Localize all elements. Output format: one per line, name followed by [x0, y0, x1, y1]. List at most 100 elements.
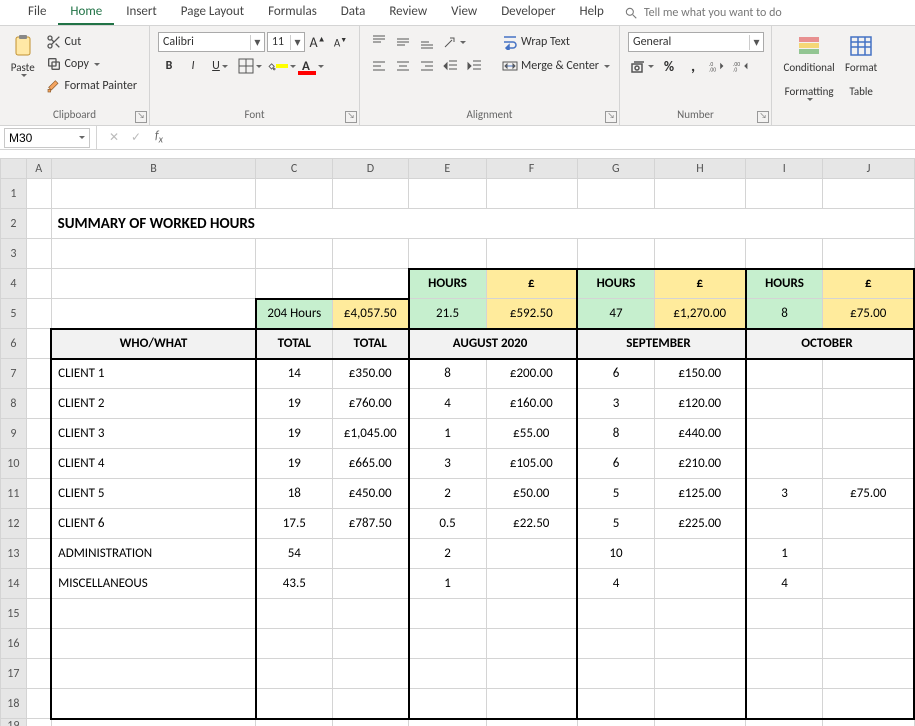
copy-button[interactable]: Copy [42, 54, 142, 74]
formula-input[interactable] [169, 131, 915, 145]
number-format-combo[interactable]: General▾ [628, 32, 764, 52]
align-right-button[interactable] [416, 56, 438, 76]
sheet-title: SUMMARY OF WORKED HOURS [52, 209, 914, 238]
col-header-B[interactable]: B [51, 159, 256, 179]
format-painter-button[interactable]: Format Painter [42, 76, 142, 96]
formula-bar: ✕ ✓ fx [0, 126, 915, 150]
tell-me-search[interactable]: Tell me what you want to do [624, 6, 782, 20]
borders-button[interactable] [236, 56, 264, 76]
col-header-A[interactable]: A [26, 159, 51, 179]
underline-button[interactable]: U [206, 56, 234, 76]
row-header-15[interactable]: 15 [1, 599, 27, 629]
tab-file[interactable]: File [16, 0, 58, 25]
bold-button[interactable]: B [158, 56, 180, 76]
group-label-font: Font [158, 108, 351, 123]
row-header-7[interactable]: 7 [1, 359, 27, 389]
decrease-indent-button[interactable] [440, 56, 462, 76]
tab-help[interactable]: Help [567, 0, 615, 25]
insert-function-button[interactable]: fx [147, 129, 169, 145]
tab-page-layout[interactable]: Page Layout [169, 0, 256, 25]
row-header-16[interactable]: 16 [1, 629, 27, 659]
increase-font-button[interactable]: A▲ [307, 32, 328, 52]
tab-formulas[interactable]: Formulas [256, 0, 329, 25]
row-header-4[interactable]: 4 [1, 269, 27, 299]
percent-button[interactable]: % [658, 56, 680, 76]
tab-home[interactable]: Home [58, 0, 114, 25]
align-bottom-button[interactable] [416, 32, 438, 52]
row-header-3[interactable]: 3 [1, 239, 27, 269]
worksheet-grid[interactable]: A B C D E F G H I J 12 SUMMARY OF WORKED … [0, 158, 915, 726]
group-number: General▾ % , .0.00 .00.0 Number ↘ [620, 26, 772, 125]
col-header-E[interactable]: E [409, 159, 486, 179]
format-as-table-button[interactable]: FormatTable [840, 30, 882, 98]
col-header-J[interactable]: J [823, 159, 914, 179]
align-center-button[interactable] [392, 56, 414, 76]
clipboard-dialog-launcher[interactable]: ↘ [135, 111, 147, 123]
col-header-C[interactable]: C [256, 159, 333, 179]
name-box-input[interactable] [5, 131, 65, 145]
fill-color-button[interactable] [266, 56, 296, 76]
accounting-format-button[interactable] [628, 56, 656, 76]
alignment-dialog-launcher[interactable]: ↘ [605, 111, 617, 123]
row-header-2[interactable]: 2 [1, 209, 27, 239]
row-header-9[interactable]: 9 [1, 419, 27, 449]
cancel-formula-button[interactable]: ✕ [103, 130, 125, 145]
align-left-button[interactable] [368, 56, 390, 76]
merge-icon [502, 58, 518, 74]
merge-center-button[interactable]: Merge & Center [498, 56, 618, 76]
align-top-button[interactable] [368, 32, 390, 52]
ribbon: Paste Cut Copy Format Painter Clipboard … [0, 26, 915, 126]
row-header-6[interactable]: 6 [1, 329, 27, 359]
col-header-D[interactable]: D [332, 159, 408, 179]
italic-button[interactable]: I [182, 56, 204, 76]
align-middle-button[interactable] [392, 32, 414, 52]
row-header-1[interactable]: 1 [1, 179, 27, 209]
col-header-G[interactable]: G [577, 159, 654, 179]
col-header-I[interactable]: I [746, 159, 823, 179]
col-header-F[interactable]: F [486, 159, 577, 179]
row-header-5[interactable]: 5 [1, 299, 27, 329]
tell-me-placeholder: Tell me what you want to do [644, 6, 782, 20]
font-size-combo[interactable]: 11▾ [267, 32, 305, 52]
row-header-11[interactable]: 11 [1, 479, 27, 509]
scissors-icon [46, 34, 62, 50]
comma-button[interactable]: , [682, 56, 704, 76]
wrap-text-button[interactable]: Wrap Text [498, 32, 618, 52]
row-header-14[interactable]: 14 [1, 569, 27, 599]
cut-button[interactable]: Cut [42, 32, 142, 52]
tab-insert[interactable]: Insert [114, 0, 169, 25]
tab-data[interactable]: Data [329, 0, 378, 25]
orientation-button[interactable] [440, 32, 468, 52]
number-dialog-launcher[interactable]: ↘ [757, 111, 769, 123]
row-header-19[interactable]: 19 [1, 719, 27, 726]
row-header-10[interactable]: 10 [1, 449, 27, 479]
align-center-icon [395, 58, 411, 74]
row-header-8[interactable]: 8 [1, 389, 27, 419]
align-right-icon [419, 58, 435, 74]
row-header-12[interactable]: 12 [1, 509, 27, 539]
enter-formula-button[interactable]: ✓ [125, 130, 147, 145]
row-header-13[interactable]: 13 [1, 539, 27, 569]
decrease-decimal-button[interactable]: .00.0 [730, 56, 752, 76]
tab-developer[interactable]: Developer [489, 0, 567, 25]
name-box[interactable] [4, 128, 90, 148]
group-label-clipboard: Clipboard [8, 108, 141, 123]
group-font: Calibri▾ 11▾ A▲ A▼ B I U A Font ↘ [150, 26, 360, 125]
conditional-formatting-button[interactable]: ConditionalFormatting [780, 30, 838, 101]
group-styles: ConditionalFormatting FormatTable [772, 26, 890, 125]
decrease-decimal-icon: .00.0 [733, 58, 749, 74]
paste-button[interactable]: Paste [8, 30, 38, 77]
font-dialog-launcher[interactable]: ↘ [345, 111, 357, 123]
decrease-font-button[interactable]: A▼ [330, 32, 351, 52]
font-name-combo[interactable]: Calibri▾ [158, 32, 265, 52]
row-header-18[interactable]: 18 [1, 689, 27, 719]
increase-indent-button[interactable] [464, 56, 486, 76]
font-color-button[interactable]: A [298, 56, 328, 76]
tab-view[interactable]: View [439, 0, 489, 25]
tab-review[interactable]: Review [377, 0, 439, 25]
row-header-17[interactable]: 17 [1, 659, 27, 689]
select-all-corner[interactable] [1, 159, 27, 179]
col-header-H[interactable]: H [655, 159, 746, 179]
ribbon-tab-bar: File Home Insert Page Layout Formulas Da… [0, 0, 915, 26]
increase-decimal-button[interactable]: .0.00 [706, 56, 728, 76]
